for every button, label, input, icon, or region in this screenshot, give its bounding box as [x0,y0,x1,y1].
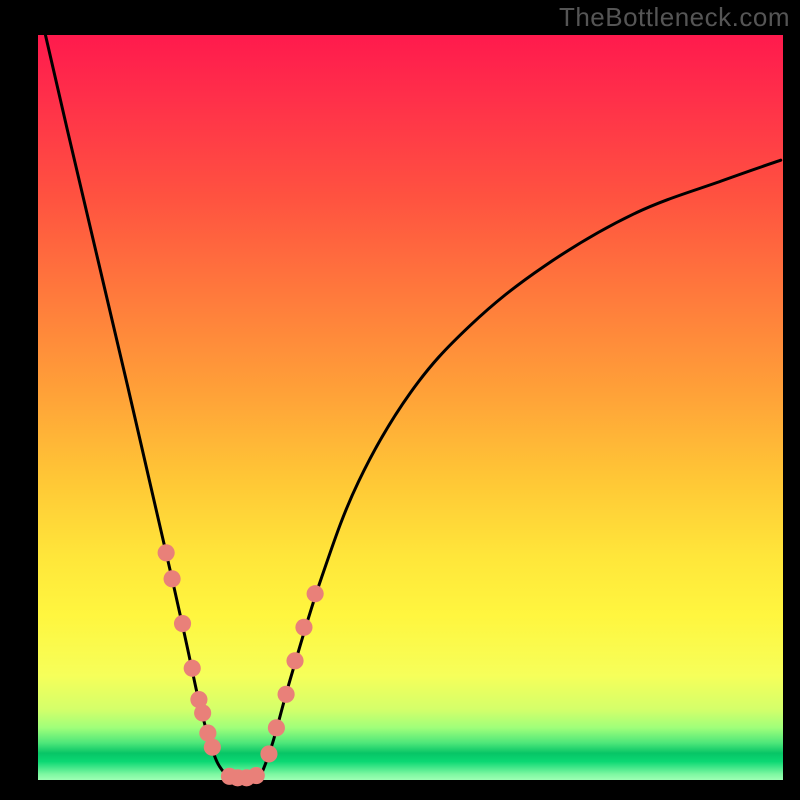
curve-marker [295,619,312,636]
curve-marker [184,660,201,677]
plot-area [38,35,783,780]
curve-marker [204,739,221,756]
curve-marker [158,544,175,561]
chart-root: TheBottleneck.com [0,0,800,800]
curve-marker [260,745,277,762]
curve-marker [268,719,285,736]
watermark-text: TheBottleneck.com [559,2,790,33]
curve-marker [174,615,191,632]
curve-marker [307,585,324,602]
bottleneck-curve [45,35,780,779]
curve-marker [248,767,265,784]
curve-marker [278,686,295,703]
curve-marker [286,652,303,669]
curve-markers [158,544,324,786]
curve-marker [164,570,181,587]
curve-layer [38,35,783,780]
curve-marker [194,704,211,721]
